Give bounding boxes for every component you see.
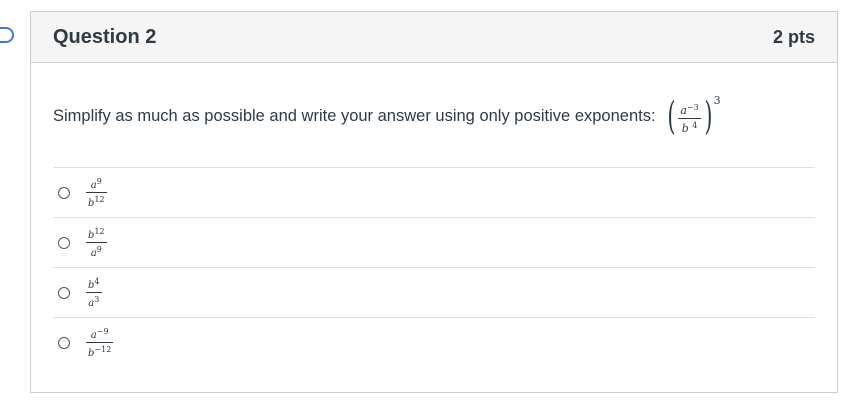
fraction-bar xyxy=(86,242,107,243)
answer-option-3[interactable]: b4 a3 xyxy=(53,267,815,317)
expr-num-exp: −3 xyxy=(686,103,699,112)
answer-option-4[interactable]: a−9 b−12 xyxy=(53,317,815,367)
outer-exponent: 3 xyxy=(713,94,721,107)
answer-option-2[interactable]: b12 a9 xyxy=(53,217,815,267)
question-flag-icon[interactable] xyxy=(0,27,14,43)
expr-den-exp: 4 xyxy=(692,121,698,130)
fraction-bar xyxy=(86,292,102,293)
expression: ( a−3 b 4 ) 3 xyxy=(664,94,721,138)
fraction-bar xyxy=(86,342,114,343)
fraction-bar xyxy=(86,192,107,193)
answer-fraction: b12 a9 xyxy=(86,226,107,259)
den-exp: 3 xyxy=(94,295,100,304)
expression-numerator: a−3 xyxy=(678,102,700,117)
den-exp: 12 xyxy=(94,195,105,204)
answer-numerator: b4 xyxy=(86,276,102,291)
fraction-bar xyxy=(678,118,701,119)
right-paren: ) xyxy=(704,94,713,138)
num-exp: −9 xyxy=(96,327,109,336)
answer-denominator: a3 xyxy=(86,294,101,309)
expression-denominator: b 4 xyxy=(680,120,700,135)
num-exp: 9 xyxy=(96,177,102,186)
question-points: 2 pts xyxy=(772,26,815,47)
answer-denominator: b−12 xyxy=(86,344,113,359)
num-exp: 4 xyxy=(94,277,100,286)
answer-fraction: a9 b12 xyxy=(86,176,107,209)
expr-den-base: b xyxy=(681,122,689,135)
answer-fraction: b4 a3 xyxy=(86,276,102,309)
question-header: Question 2 2 pts xyxy=(31,12,837,63)
answer-numerator: a9 xyxy=(89,176,104,191)
left-paren: ( xyxy=(666,94,676,138)
answer-list: a9 b12 b12 a9 b4 a3 a−9 b−12 xyxy=(53,167,815,367)
radio-button[interactable] xyxy=(58,236,70,249)
prompt-text: Simplify as much as possible and write y… xyxy=(53,106,656,125)
answer-option-1[interactable]: a9 b12 xyxy=(53,167,815,217)
expression-fraction: a−3 b 4 xyxy=(678,102,701,135)
answer-denominator: b12 xyxy=(86,194,107,209)
radio-button[interactable] xyxy=(58,286,70,299)
answer-numerator: b12 xyxy=(86,226,107,241)
den-exp: −12 xyxy=(94,345,112,354)
num-exp: 12 xyxy=(94,227,105,236)
question-prompt: Simplify as much as possible and write y… xyxy=(53,94,813,138)
answer-fraction: a−9 b−12 xyxy=(86,326,114,359)
answer-denominator: a9 xyxy=(89,244,104,259)
answer-numerator: a−9 xyxy=(89,326,111,341)
question-card: Question 2 2 pts Simplify as much as pos… xyxy=(30,11,838,393)
radio-button[interactable] xyxy=(58,186,70,199)
radio-button[interactable] xyxy=(58,336,70,349)
den-exp: 9 xyxy=(96,245,102,254)
question-title: Question 2 xyxy=(53,25,157,48)
